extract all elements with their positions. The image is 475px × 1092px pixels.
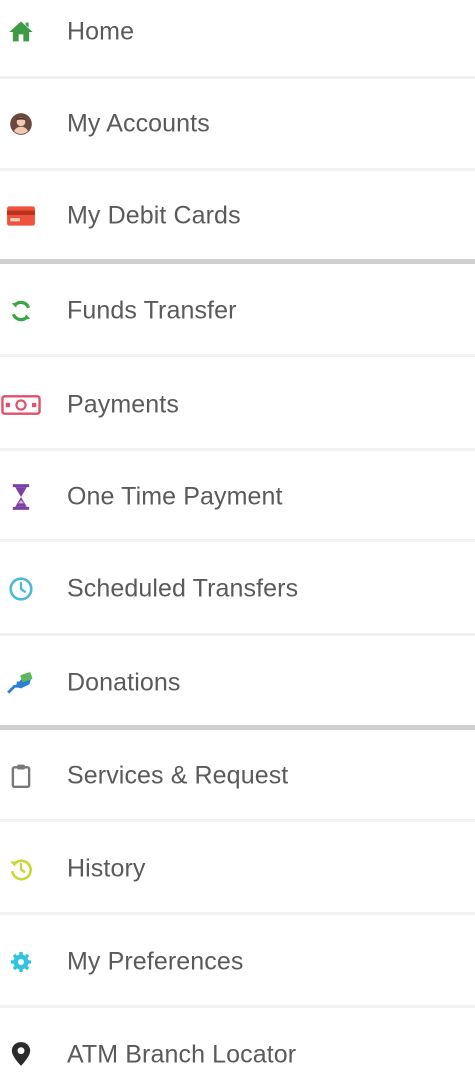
menu-item-label: History <box>67 854 146 883</box>
menu-item-donations[interactable]: Donations <box>0 643 475 723</box>
user-account-icon <box>6 109 36 139</box>
menu-item-scheduled-transfers[interactable]: Scheduled Transfers <box>0 549 475 629</box>
menu-item-label: My Debit Cards <box>67 201 241 230</box>
debit-card-icon <box>6 201 36 231</box>
history-icon <box>6 854 36 884</box>
preferences-gear-icon <box>6 947 36 977</box>
divider <box>0 168 475 171</box>
menu-item-funds-transfer[interactable]: Funds Transfer <box>0 271 475 351</box>
menu-item-my-accounts[interactable]: My Accounts <box>0 84 475 164</box>
menu-item-label: ATM Branch Locator <box>67 1040 297 1069</box>
menu-item-label: Services & Request <box>67 761 289 790</box>
donation-icon <box>6 668 36 698</box>
menu-item-label: Donations <box>67 668 181 697</box>
divider <box>0 633 475 636</box>
payments-icon <box>0 390 42 420</box>
divider <box>0 539 475 542</box>
menu-item-label: Scheduled Transfers <box>67 574 299 603</box>
menu-item-my-debit-cards[interactable]: My Debit Cards <box>0 176 475 256</box>
menu-item-services-request[interactable]: Services & Request <box>0 736 475 816</box>
side-navigation-menu: Home My Accounts My Debit Cards Funds Tr… <box>0 0 475 1092</box>
menu-item-one-time-payment[interactable]: One Time Payment <box>0 457 475 537</box>
divider <box>0 819 475 822</box>
menu-item-label: One Time Payment <box>67 482 283 511</box>
menu-item-my-preferences[interactable]: My Preferences <box>0 922 475 1002</box>
menu-item-home[interactable]: Home <box>0 0 475 72</box>
divider <box>0 76 475 79</box>
section-divider <box>0 725 475 730</box>
menu-item-label: My Accounts <box>67 109 210 138</box>
menu-item-label: Home <box>67 17 135 46</box>
divider <box>0 1005 475 1008</box>
divider <box>0 448 475 451</box>
transfer-arrows-icon <box>6 296 36 326</box>
menu-item-label: My Preferences <box>67 947 244 976</box>
menu-item-history[interactable]: History <box>0 829 475 909</box>
map-pin-icon <box>6 1040 36 1070</box>
divider <box>0 354 475 357</box>
menu-item-label: Funds Transfer <box>67 296 237 325</box>
clipboard-icon <box>6 761 36 791</box>
home-icon <box>6 17 36 47</box>
hourglass-icon <box>6 482 36 512</box>
menu-item-payments[interactable]: Payments <box>0 365 475 445</box>
menu-item-atm-branch-locator[interactable]: ATM Branch Locator <box>0 1015 475 1092</box>
menu-item-label: Payments <box>67 390 179 419</box>
clock-icon <box>6 574 36 604</box>
divider <box>0 912 475 915</box>
section-divider <box>0 259 475 264</box>
